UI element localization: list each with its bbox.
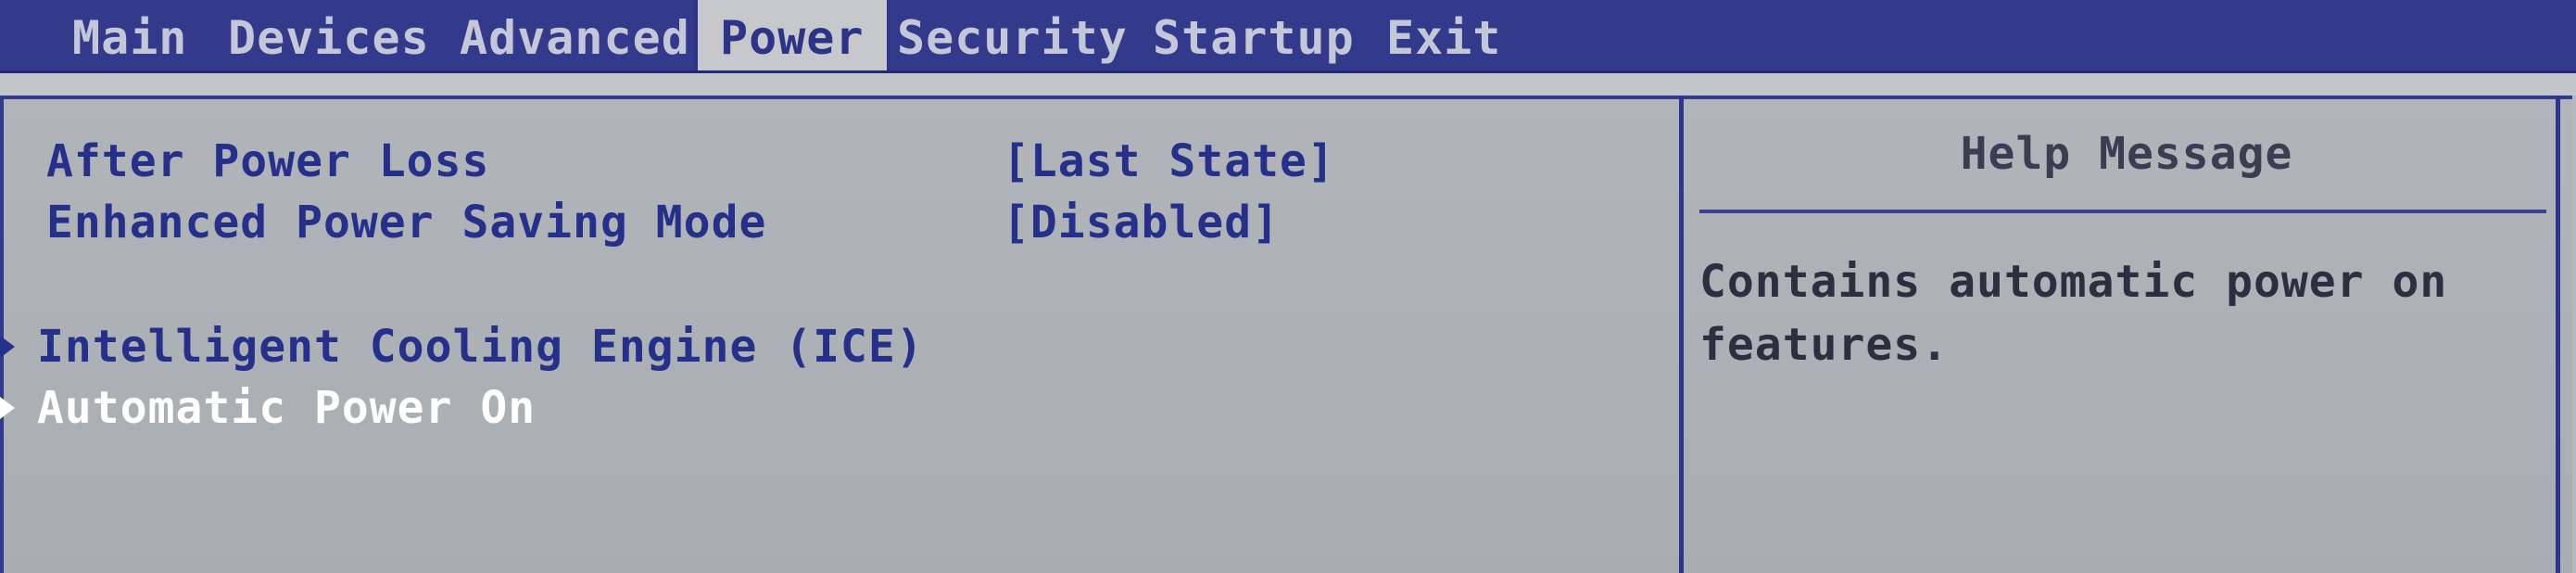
setting-after-power-loss-label[interactable]: After Power Loss bbox=[46, 135, 489, 187]
setting-enhanced-power-saving-value[interactable]: [Disabled] bbox=[1003, 197, 1280, 248]
menu-underline-strip bbox=[0, 73, 2576, 96]
help-divider bbox=[1699, 210, 2546, 213]
tab-main[interactable]: Main bbox=[72, 0, 187, 70]
tab-advanced[interactable]: Advanced bbox=[460, 0, 690, 70]
menu-bar: Main Devices Advanced Power Security Sta… bbox=[0, 0, 2576, 73]
tab-devices[interactable]: Devices bbox=[228, 0, 430, 70]
setting-after-power-loss-value[interactable]: [Last State] bbox=[1003, 135, 1335, 187]
tab-power[interactable]: Power bbox=[695, 0, 890, 70]
tab-security[interactable]: Security bbox=[897, 0, 1128, 70]
help-message-title: Help Message bbox=[1960, 128, 2293, 180]
help-message-text: Contains automatic power on features. bbox=[1699, 256, 2448, 371]
submenu-arrow-icon bbox=[0, 336, 15, 358]
setting-enhanced-power-saving-label[interactable]: Enhanced Power Saving Mode bbox=[46, 197, 766, 248]
submenu-label: Automatic Power On bbox=[37, 382, 537, 434]
submenu-intelligent-cooling-engine[interactable]: Intelligent Cooling Engine (ICE) bbox=[0, 321, 924, 376]
tab-exit[interactable]: Exit bbox=[1386, 0, 1501, 70]
submenu-arrow-icon bbox=[0, 397, 15, 419]
panel-divider bbox=[1679, 96, 1684, 573]
tab-startup[interactable]: Startup bbox=[1153, 0, 1355, 70]
submenu-label: Intelligent Cooling Engine (ICE) bbox=[37, 321, 924, 373]
submenu-automatic-power-on[interactable]: Automatic Power On bbox=[0, 382, 536, 438]
